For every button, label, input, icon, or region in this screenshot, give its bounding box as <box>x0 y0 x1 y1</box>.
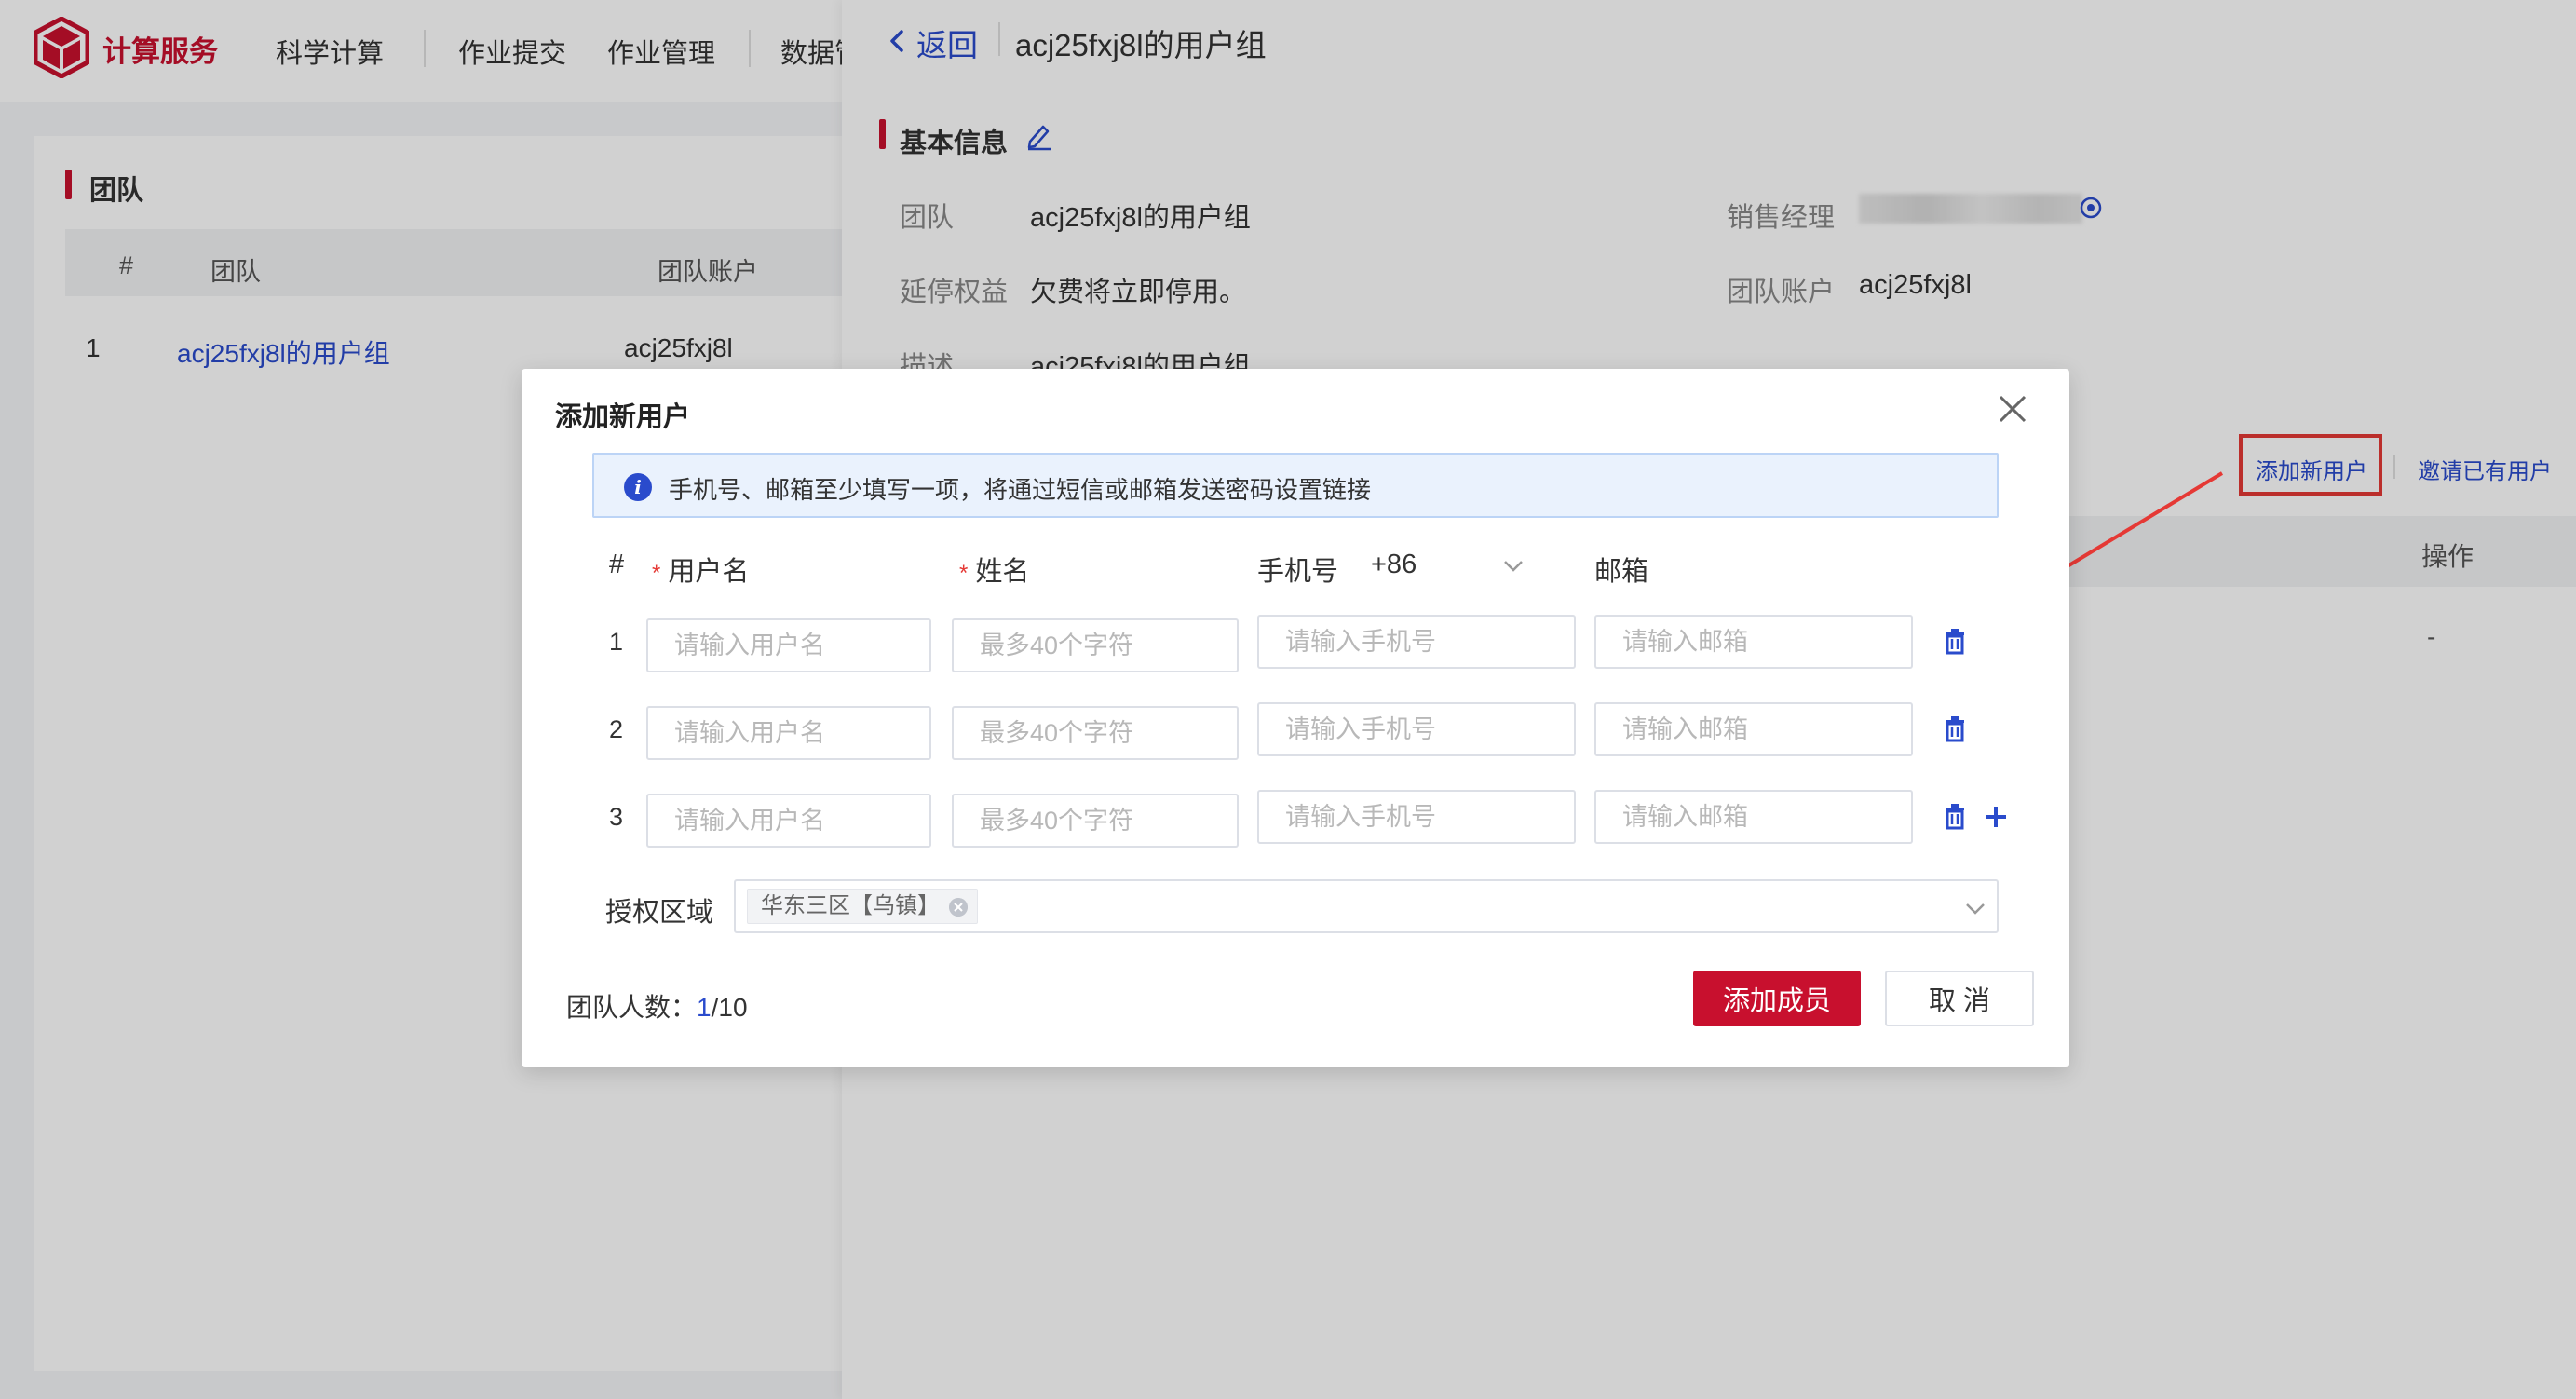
count-label: 团队人数： <box>566 993 698 1022</box>
region-tag: 华东三区【乌镇】 <box>747 889 978 924</box>
tag-close-icon[interactable] <box>949 898 968 917</box>
username-input[interactable] <box>646 706 931 760</box>
column-email: 邮箱 <box>1594 557 1649 587</box>
info-icon: i <box>624 473 652 501</box>
email-input[interactable] <box>1594 702 1913 756</box>
column-username: * 用户名 <box>652 550 749 589</box>
cancel-button[interactable]: 取 消 <box>1885 971 2034 1026</box>
column-index: # <box>609 550 625 579</box>
email-input[interactable] <box>1594 790 1913 844</box>
row-index: 2 <box>609 715 624 743</box>
trash-icon[interactable] <box>1943 715 1967 743</box>
username-input[interactable] <box>646 794 931 848</box>
dialog-title: 添加新用户 <box>555 402 691 432</box>
add-member-button[interactable]: 添加成员 <box>1693 971 1861 1026</box>
name-input[interactable] <box>952 794 1239 848</box>
phone-input[interactable] <box>1257 790 1576 844</box>
authorized-region-label: 授权区域 <box>605 898 714 928</box>
phone-input[interactable] <box>1257 702 1576 756</box>
phone-input[interactable] <box>1257 615 1576 669</box>
close-icon[interactable] <box>1997 393 2028 425</box>
notice-text: 手机号、邮箱至少填写一项，将通过短信或邮箱发送密码设置链接 <box>669 476 1372 504</box>
email-input[interactable] <box>1594 615 1913 669</box>
count-total: /10 <box>711 993 748 1022</box>
notice-banner: i 手机号、邮箱至少填写一项，将通过短信或邮箱发送密码设置链接 <box>592 453 1999 518</box>
column-name: * 姓名 <box>959 550 1029 589</box>
chevron-down-icon[interactable] <box>1501 555 1525 576</box>
plus-icon[interactable] <box>1984 805 2008 829</box>
row-index: 3 <box>609 803 624 831</box>
authorized-region-select[interactable]: 华东三区【乌镇】 <box>734 879 1999 933</box>
count-current: 1 <box>697 993 712 1022</box>
column-phone: 手机号 <box>1257 557 1339 587</box>
add-user-dialog: 添加新用户 i 手机号、邮箱至少填写一项，将通过短信或邮箱发送密码设置链接 # … <box>522 369 2069 1067</box>
trash-icon[interactable] <box>1943 628 1967 656</box>
name-input[interactable] <box>952 618 1239 672</box>
phone-country-code-select[interactable]: +86 <box>1371 550 1417 580</box>
username-input[interactable] <box>646 618 931 672</box>
trash-icon[interactable] <box>1943 803 1967 831</box>
username-header: 用户名 <box>668 557 750 587</box>
required-mark: * <box>959 561 969 586</box>
chevron-down-icon[interactable] <box>1963 898 1987 918</box>
name-header: 姓名 <box>975 557 1030 587</box>
row-index: 1 <box>609 628 624 656</box>
name-input[interactable] <box>952 706 1239 760</box>
region-tag-text: 华东三区【乌镇】 <box>761 893 940 918</box>
team-member-count: 团队人数：1/10 <box>566 987 748 1025</box>
required-mark: * <box>652 561 661 586</box>
